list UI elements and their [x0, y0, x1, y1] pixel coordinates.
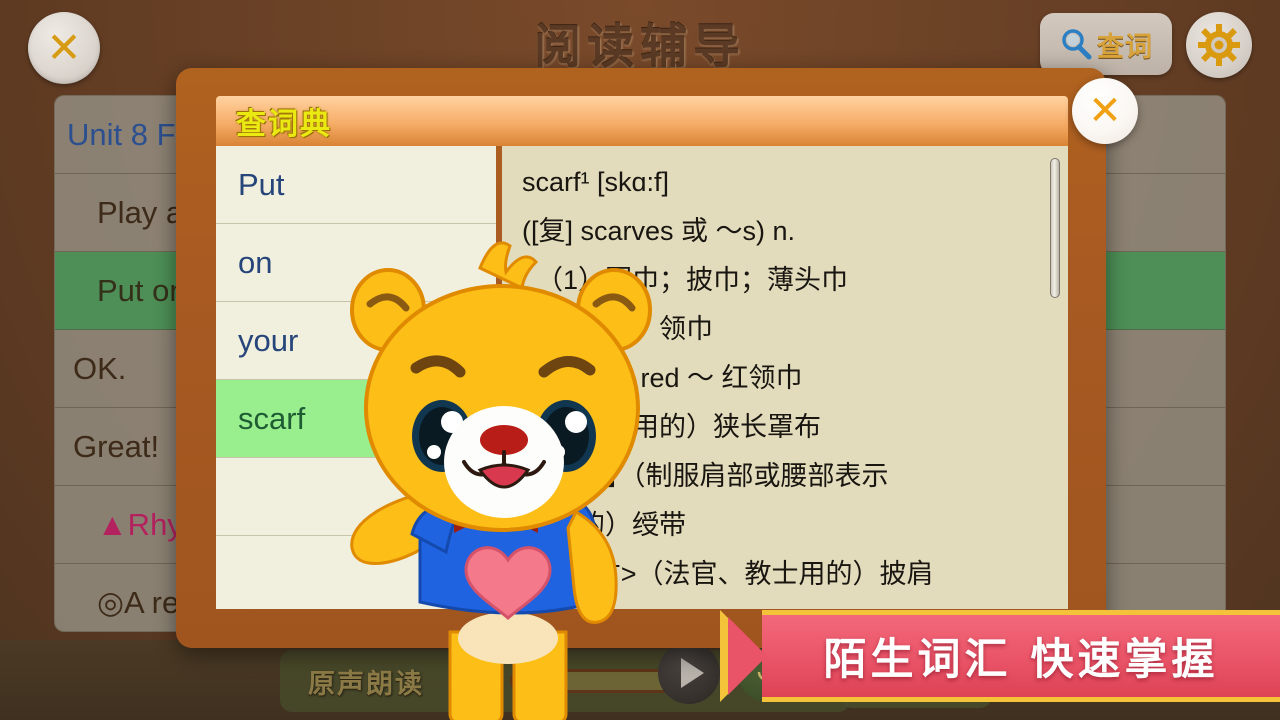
ribbon-notch-inner	[728, 617, 767, 695]
vertical-scrollbar[interactable]	[1050, 158, 1060, 298]
gear-icon	[1198, 24, 1240, 66]
promo-ribbon-text: 陌生词汇 快速掌握	[823, 635, 1219, 685]
list-item-label: Great!	[73, 428, 160, 464]
play-icon	[681, 658, 704, 688]
dictionary-dialog: 查词典 ✕ Put on your scarf scarf¹ [skɑ:f] (…	[176, 68, 1138, 648]
list-item-label: Play a	[97, 194, 184, 230]
definition-line: ([复] scarves 或 ～s) n.	[522, 216, 796, 246]
word-list-item[interactable]: Put	[216, 146, 496, 224]
list-item-label: ▲Rhy	[97, 506, 183, 542]
magnifier-icon	[1062, 29, 1092, 60]
definition-line: a red ～ 红领巾	[618, 363, 803, 393]
settings-button[interactable]	[1186, 12, 1252, 78]
list-item-label: Put on	[97, 272, 187, 308]
word-list[interactable]: Put on your scarf	[216, 146, 496, 609]
dictionary-dialog-header: 查词典	[216, 96, 1068, 146]
dictionary-dialog-title: 查词典	[236, 108, 332, 141]
definition-line: 装饰用的）狭长罩布	[578, 412, 821, 442]
definition-line: 军】（制服肩部或腰部表示	[578, 461, 889, 491]
list-item-label: ◎A re	[97, 585, 180, 620]
search-word-button[interactable]: 查词	[1040, 13, 1172, 75]
word-label: on	[238, 244, 273, 280]
original-audio-button[interactable]: 原声朗读	[294, 658, 438, 704]
list-item-label: Unit 8 F	[67, 116, 176, 152]
word-label: your	[238, 322, 299, 358]
app-root: 阅读辅导 ✕ 查词 Unit 8 F Play a Put on OK. Gre…	[0, 0, 1280, 720]
close-icon: ✕	[1088, 89, 1122, 133]
word-list-item[interactable]: your	[216, 302, 496, 380]
definition-line: 领带；领巾	[578, 314, 713, 344]
dictionary-close-button[interactable]: ✕	[1072, 78, 1138, 144]
definition-headword: scarf¹ [skɑ:f]	[522, 167, 670, 197]
promo-ribbon: 陌生词汇 快速掌握	[720, 610, 1280, 702]
definition-panel[interactable]: scarf¹ [skɑ:f] ([复] scarves 或 ～s) n. （1）…	[502, 146, 1068, 609]
close-icon: ✕	[46, 24, 82, 71]
promo-ribbon-body: 陌生词汇 快速掌握	[762, 610, 1280, 702]
search-button-label: 查词	[1097, 31, 1153, 62]
definition-line: 的）绶带	[578, 510, 686, 540]
list-item-label: OK.	[73, 350, 127, 386]
word-list-item[interactable]	[216, 458, 496, 536]
definition-line: （1）围巾；披巾；薄头巾	[536, 265, 849, 295]
close-app-button[interactable]: ✕	[28, 12, 100, 84]
word-list-item[interactable]: on	[216, 224, 496, 302]
word-list-item-selected[interactable]: scarf	[216, 380, 496, 458]
play-button[interactable]	[658, 642, 720, 704]
word-label: scarf	[238, 400, 306, 436]
definition-line: <古>（法官、教士用的）披肩	[578, 559, 934, 589]
word-label: Put	[238, 166, 285, 202]
